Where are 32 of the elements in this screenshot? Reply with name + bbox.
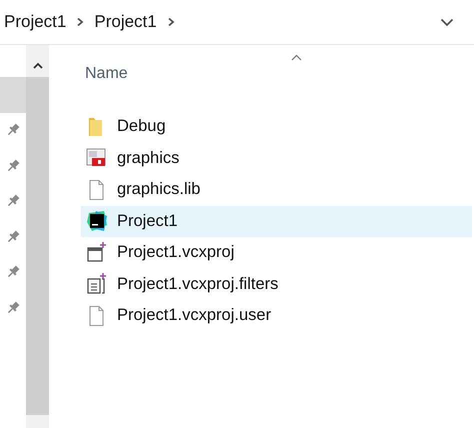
file-name: Project1.vcxproj.filters	[117, 274, 278, 294]
breadcrumb-item[interactable]: Project1	[94, 12, 157, 32]
file-row[interactable]: graphics.lib	[81, 174, 472, 206]
column-header[interactable]: Name	[85, 65, 128, 83]
file-row[interactable]: Project1.vcxproj.user	[81, 300, 472, 332]
pin-icon	[6, 194, 20, 208]
chevron-right-icon	[166, 17, 175, 27]
breadcrumb-item[interactable]: Project1	[4, 12, 66, 32]
file-row[interactable]: Debug	[81, 111, 472, 142]
app-icon	[86, 210, 108, 232]
sort-caret-icon	[291, 54, 302, 61]
file-row[interactable]: Project1.vcxproj.filters	[81, 268, 472, 300]
chevron-down-icon	[440, 18, 454, 26]
file-row[interactable]: graphics	[81, 142, 472, 174]
file-name: Debug	[117, 117, 166, 136]
file-row[interactable]: Project1.vcxproj	[81, 237, 472, 268]
caret-up-icon	[32, 62, 42, 69]
file-name: Project1.vcxproj.user	[117, 306, 272, 326]
file-row[interactable]: Project1	[81, 206, 472, 237]
history-dropdown-button[interactable]	[440, 18, 454, 26]
filters-file-icon	[86, 273, 108, 296]
file-name: graphics.lib	[117, 180, 200, 200]
file-name: Project1.vcxproj	[117, 243, 234, 262]
pin-icon	[6, 158, 20, 173]
pin-icon	[6, 230, 20, 244]
pin-icon	[6, 123, 20, 138]
project-file-icon	[86, 242, 108, 264]
pin-icon	[6, 265, 20, 280]
pin-icon	[6, 300, 20, 315]
file-name: graphics	[117, 148, 180, 168]
file-name: Project1	[117, 212, 178, 231]
chevron-right-icon	[76, 17, 84, 27]
